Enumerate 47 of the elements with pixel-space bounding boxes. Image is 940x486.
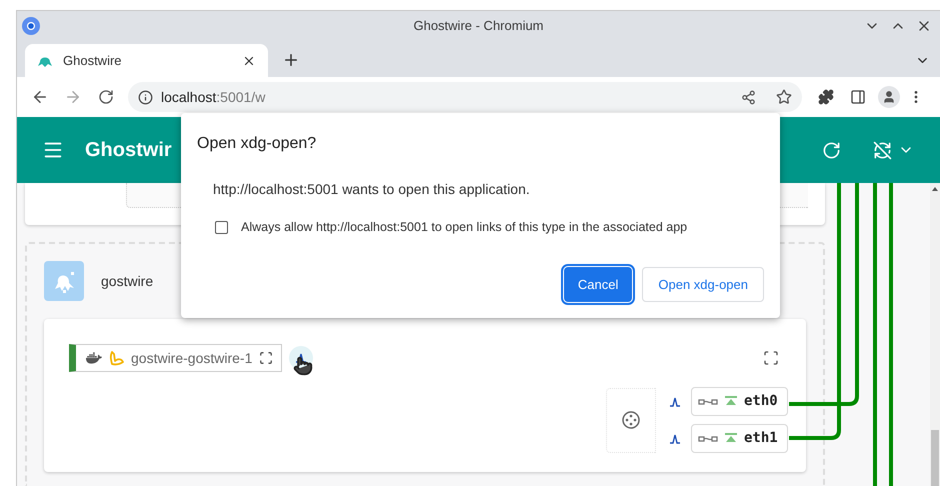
bookmark-icon[interactable] [776,89,792,105]
container-name: gostwire-gostwire-1 [131,348,252,368]
extensions-icon[interactable] [818,89,834,105]
sync-off-icon[interactable] [873,140,892,160]
dialog-message: http://localhost:5001 wants to open this application. [213,180,531,199]
link-icon [698,398,718,406]
info-icon [138,90,153,104]
new-tab-icon[interactable] [282,51,300,69]
container-chip[interactable]: gostwire-gostwire-1 [69,344,282,372]
refresh-icon[interactable] [822,140,841,160]
address-bar[interactable]: localhost:5001/w [128,82,802,112]
share-icon[interactable] [741,90,756,104]
hand-cursor-icon [293,356,314,376]
pulse-icon [669,434,681,444]
link-icon [698,434,718,442]
expand-icon[interactable] [763,350,779,366]
interface-chip[interactable]: eth0 [691,387,788,416]
back-icon[interactable] [31,88,49,106]
interface-name: eth0 [744,392,778,411]
window-title: Ghostwire - Chromium [413,17,544,36]
reload-icon[interactable] [98,89,114,105]
collapse-icon [725,433,737,444]
tab-title: Ghostwire [63,52,122,70]
profile-avatar[interactable] [878,86,900,108]
checkbox-label: Always allow http://localhost:5001 to open links of this type in the associated app [241,219,688,236]
url-text: localhost:5001/w [161,88,266,106]
open-button[interactable]: Open xdg-open [642,267,764,302]
flexed-arm-icon [109,350,124,366]
browser-logo-icon [22,17,40,35]
project-name: gostwire [101,272,154,291]
interface-name: eth1 [744,429,778,448]
browser-tab[interactable]: Ghostwire [25,44,268,77]
checkbox[interactable] [215,220,228,234]
pulse-icon [669,396,681,406]
interface-chip[interactable]: eth1 [691,424,788,453]
scroll-up-icon[interactable] [932,187,938,191]
cancel-button[interactable]: Cancel [564,267,632,302]
pulse-icon [295,353,308,363]
app-title: Ghostwir [85,138,172,163]
network-node-icon [622,411,640,429]
side-panel-icon[interactable] [850,89,866,105]
scrollbar[interactable] [930,183,940,486]
collapse-icon [725,396,737,407]
expand-icon[interactable] [259,351,274,365]
scrollbar-thumb[interactable] [931,430,939,486]
docker-icon [86,350,102,366]
dialog-title: Open xdg-open? [197,134,318,154]
